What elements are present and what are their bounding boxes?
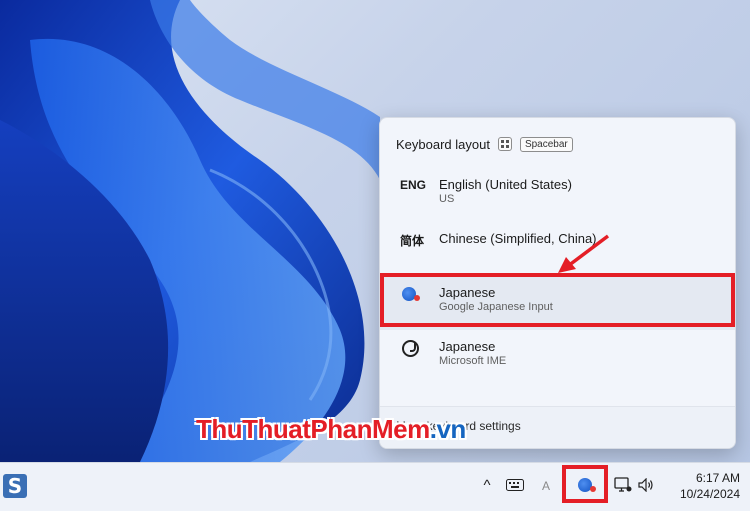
layout-name: Japanese bbox=[439, 285, 496, 300]
layout-item-japanese-microsoft[interactable]: Japanese Microsoft IME bbox=[380, 330, 735, 384]
google-japanese-input-tray-icon[interactable] bbox=[578, 478, 596, 492]
watermark-main: ThuThuatPhanMem bbox=[196, 414, 430, 444]
keyboard-layout-flyout: Keyboard layout Spacebar ENG English (Un… bbox=[379, 117, 736, 449]
watermark: ThuThuatPhanMem.vn bbox=[196, 414, 466, 445]
layout-abbr: ENG bbox=[400, 178, 427, 192]
input-indicator[interactable]: A bbox=[539, 476, 553, 496]
touch-keyboard-icon[interactable] bbox=[506, 479, 524, 491]
layout-name: Chinese (Simplified, China) bbox=[439, 231, 597, 246]
layout-sub: Google Japanese Input bbox=[439, 301, 553, 313]
show-hidden-icons-chevron[interactable]: ^ bbox=[478, 476, 496, 496]
layout-sub: Microsoft IME bbox=[439, 355, 507, 367]
flyout-title: Keyboard layout bbox=[396, 136, 490, 152]
layout-sub: US bbox=[439, 193, 455, 205]
google-japanese-input-icon bbox=[402, 287, 420, 301]
layout-item-english[interactable]: ENG English (United States) US bbox=[380, 168, 735, 222]
watermark-suffix: .vn bbox=[429, 414, 467, 444]
layout-name: Japanese bbox=[439, 339, 496, 354]
layout-item-chinese[interactable]: 简体 Chinese (Simplified, China) bbox=[380, 222, 735, 276]
snagit-app-icon[interactable]: S bbox=[3, 474, 27, 498]
clock-date: 10/24/2024 bbox=[679, 487, 740, 501]
spacebar-keycap: Spacebar bbox=[519, 136, 573, 152]
volume-icon[interactable] bbox=[638, 478, 654, 492]
layout-name: English (United States) bbox=[439, 177, 572, 192]
flyout-header: Keyboard layout Spacebar bbox=[396, 134, 573, 154]
windows-key-icon bbox=[497, 137, 512, 151]
system-clock[interactable]: 6:17 AM 10/24/2024 bbox=[664, 470, 740, 502]
layout-item-japanese-google[interactable]: Japanese Google Japanese Input bbox=[380, 276, 735, 330]
microsoft-ime-icon bbox=[402, 340, 419, 357]
network-icon[interactable] bbox=[614, 476, 632, 494]
layout-abbr: 简体 bbox=[400, 234, 425, 248]
clock-time: 6:17 AM bbox=[695, 471, 740, 485]
